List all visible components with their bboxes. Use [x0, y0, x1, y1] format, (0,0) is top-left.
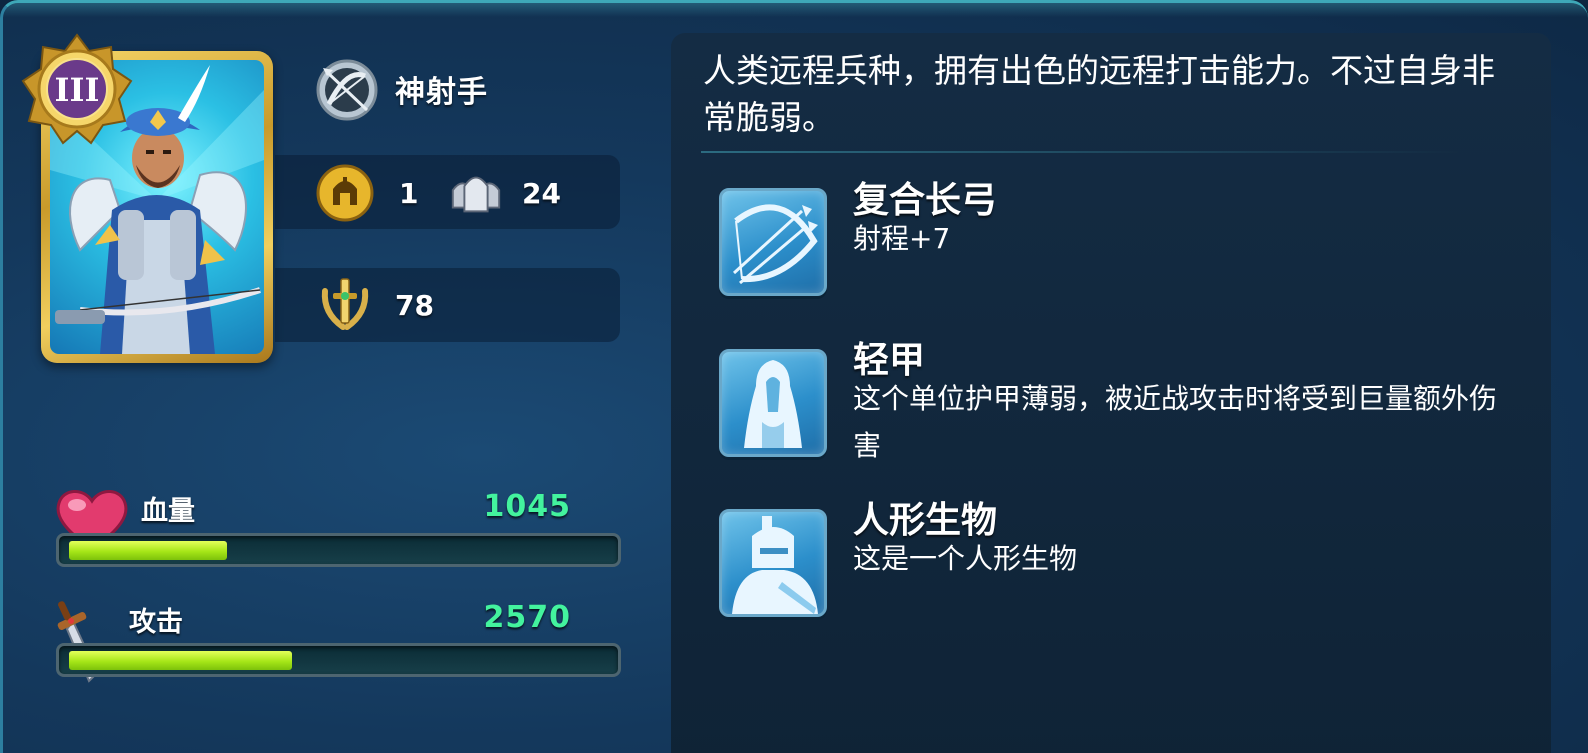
- humanoid-helmet-icon: [732, 516, 818, 614]
- laurel-sword-icon: [321, 278, 369, 330]
- attack-value: 2570: [483, 600, 571, 635]
- unit-type-name: 神射手: [395, 75, 488, 110]
- hp-bar-fill: [69, 541, 227, 560]
- rank-badge-icon: III: [21, 33, 133, 145]
- hp-label: 血量: [141, 496, 195, 527]
- description-panel: 人类远程兵种，拥有出色的远程打击能力。不过自身非常脆弱。 复合长弓 射程+7 轻…: [671, 33, 1551, 753]
- gold-helmet-icon: [316, 164, 374, 222]
- hp-value: 1045: [483, 489, 571, 524]
- soldiers-group-icon: [451, 176, 501, 213]
- power-value: 78: [395, 289, 434, 322]
- skill-longbow[interactable]: [719, 188, 827, 296]
- crossed-bow-icon: [316, 59, 378, 121]
- skill-desc-humanoid: 这是一个人形生物: [853, 542, 1078, 575]
- skill-desc-longbow: 射程+7: [853, 222, 951, 255]
- divider: [701, 151, 1461, 153]
- troop-count-value: 24: [522, 177, 561, 210]
- attack-bar-fill: [69, 651, 292, 670]
- population-value: 1: [399, 177, 419, 210]
- unit-detail-panel: III 神射手 1 24 78 血量 1045 攻击 2570 人类远程兵种，拥…: [0, 0, 1588, 753]
- skill-desc-light-armor: 这个单位护甲薄弱，被近战攻击时将受到巨量额外伤害: [853, 382, 1498, 462]
- attack-label: 攻击: [129, 607, 183, 638]
- rank-label: III: [55, 71, 100, 109]
- cloak-icon: [744, 360, 802, 448]
- skill-light-armor[interactable]: [719, 349, 827, 457]
- longbow-icon: [732, 204, 818, 285]
- skill-humanoid[interactable]: [719, 509, 827, 617]
- unit-description: 人类远程兵种，拥有出色的远程打击能力。不过自身非常脆弱。: [703, 51, 1495, 137]
